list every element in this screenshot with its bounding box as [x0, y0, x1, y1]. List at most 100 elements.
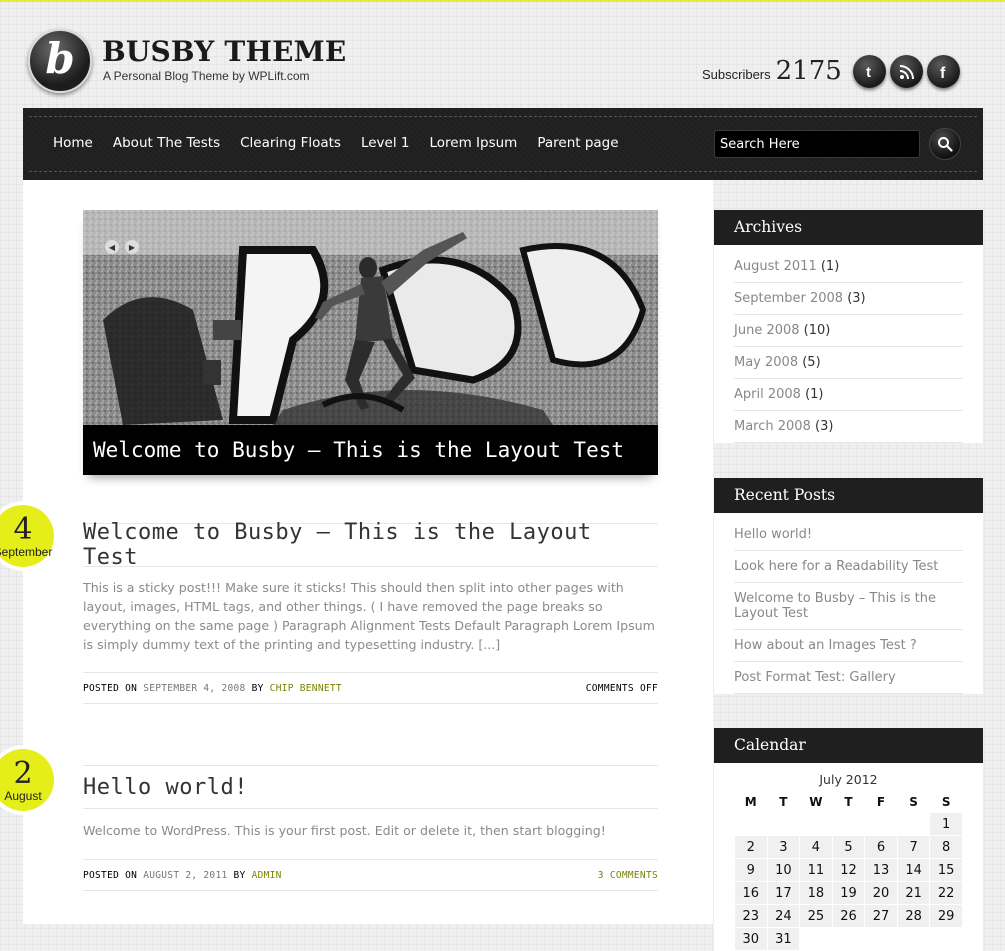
archive-link[interactable]: March 2008 — [734, 419, 811, 434]
post-date-badge: 4 September — [0, 505, 54, 567]
calendar-empty-cell — [768, 813, 800, 835]
subscribers-count: 2175 — [775, 56, 842, 86]
calendar-empty-cell — [833, 813, 865, 835]
post-title[interactable]: Welcome to Busby – This is the Layout Te… — [83, 520, 658, 570]
calendar-empty-cell — [833, 928, 865, 950]
featured-slider[interactable]: ◀ ▶ Welcome to Busby – This is the Layou… — [83, 210, 658, 475]
calendar-body: 1 2 3 4 5 6 7 8 9 10 11 12 13 14 15 16 17 18 19 20 21 22 23 24 2… — [735, 813, 962, 950]
post-excerpt: This is a sticky post!!! Make sure it st… — [83, 580, 655, 652]
nav-item-parent-page[interactable]: Parent page — [537, 135, 618, 151]
post-author-link[interactable]: CHIP BENNETT — [270, 683, 342, 694]
post-date-month: September — [0, 545, 53, 559]
rss-icon[interactable] — [890, 55, 923, 88]
calendar-week: 30 31 — [735, 928, 962, 950]
calendar-day: 10 — [767, 859, 800, 881]
calendar-day: 21 — [897, 882, 930, 904]
archive-item[interactable]: September 2008 (3) — [734, 283, 963, 315]
post-author-link[interactable]: ADMIN — [252, 870, 282, 881]
calendar-day: 24 — [767, 905, 800, 927]
archive-item[interactable]: March 2008 (3) — [734, 411, 963, 443]
nav-item-level-1[interactable]: Level 1 — [361, 135, 410, 151]
post-item: Hello world! Welcome to WordPress. This … — [83, 765, 658, 891]
nav-item-clearing-floats[interactable]: Clearing Floats — [240, 135, 341, 151]
recent-post-link[interactable]: Look here for a Readability Test — [734, 551, 963, 583]
archive-link[interactable]: April 2008 — [734, 387, 801, 402]
nav-item-about-the-tests[interactable]: About The Tests — [113, 135, 220, 151]
recent-post-link[interactable]: Post Format Test: Gallery — [734, 662, 963, 694]
recent-post-link[interactable]: How about an Images Test ? — [734, 630, 963, 662]
calendar-weekday: T — [844, 795, 853, 809]
post-meta-left: POSTED ON AUGUST 2, 2011 BY ADMIN — [83, 870, 282, 881]
calendar-weekday: S — [941, 795, 951, 809]
archive-link[interactable]: August 2011 — [734, 259, 817, 274]
nav-item-home[interactable]: Home — [53, 135, 93, 151]
calendar-day: 20 — [865, 882, 897, 904]
calendar-week: 2345678 — [735, 836, 962, 858]
calendar-day: 30 — [735, 928, 767, 950]
post-item: Welcome to Busby – This is the Layout Te… — [83, 520, 658, 704]
archive-item[interactable]: June 2008 (10) — [734, 315, 963, 347]
archive-link[interactable]: June 2008 — [734, 323, 800, 338]
post-title-wrap: Welcome to Busby – This is the Layout Te… — [83, 520, 658, 570]
slider-prev-button[interactable]: ◀ — [105, 240, 119, 254]
archive-link[interactable]: September 2008 — [734, 291, 843, 306]
site-logo[interactable]: b — [28, 29, 92, 93]
archive-count: (1) — [805, 387, 824, 402]
calendar-widget: Calendar July 2012 M T W T F S S 1234567… — [714, 728, 983, 951]
site-title[interactable]: BUSBY THEME — [102, 35, 346, 68]
calendar-day: 15 — [930, 859, 962, 881]
post-date-day: 2 — [13, 756, 33, 791]
calendar-day: 19 — [832, 882, 865, 904]
calendar-weekday: T — [779, 795, 788, 809]
slider-next-button[interactable]: ▶ — [125, 240, 139, 254]
calendar-day: 16 — [735, 882, 767, 904]
search-button[interactable] — [929, 128, 961, 160]
post-title[interactable]: Hello world! — [83, 775, 248, 800]
calendar-day: 6 — [865, 836, 897, 858]
calendar-empty-cell — [898, 928, 930, 950]
calendar-empty-cell — [735, 813, 767, 835]
logo-letter: b — [45, 34, 75, 83]
calendar-month: July 2012 — [819, 772, 878, 787]
facebook-icon[interactable]: f — [927, 55, 960, 88]
recent-post-link[interactable]: Welcome to Busby – This is the Layout Te… — [734, 583, 963, 630]
nav-divider — [29, 171, 977, 172]
nav-menu: Home About The Tests Clearing Floats Lev… — [53, 135, 639, 151]
calendar-day: 18 — [800, 882, 832, 904]
archives-widget: Archives August 2011 (1) September 2008 … — [714, 210, 983, 443]
nav-item-lorem-ipsum[interactable]: Lorem Ipsum — [429, 135, 517, 151]
posted-on-label: POSTED ON — [83, 869, 138, 881]
archive-link[interactable]: May 2008 — [734, 355, 798, 370]
calendar-day: 3 — [767, 836, 800, 858]
calendar-day: 23 — [735, 905, 767, 927]
calendar-day: 26 — [832, 905, 865, 927]
calendar-day: 25 — [800, 905, 832, 927]
calendar-day: 28 — [897, 905, 930, 927]
search-input[interactable] — [714, 130, 920, 158]
calendar-day: 12 — [832, 859, 865, 881]
calendar-weekday: W — [809, 795, 823, 809]
recent-post-link[interactable]: Hello world! — [734, 519, 963, 551]
calendar-day: 1 — [930, 813, 962, 835]
calendar-day: 2 — [735, 836, 767, 858]
archive-item[interactable]: April 2008 (1) — [734, 379, 963, 411]
post-excerpt: Welcome to WordPress. This is your first… — [83, 823, 606, 838]
archive-item[interactable]: August 2011 (1) — [734, 251, 963, 283]
site-tagline: A Personal Blog Theme by WPLift.com — [103, 69, 310, 83]
slider-caption[interactable]: Welcome to Busby – This is the Layout Te… — [83, 425, 658, 475]
calendar-day: 27 — [865, 905, 897, 927]
calendar-empty-cell — [865, 928, 897, 950]
post-date-day: 4 — [13, 512, 33, 547]
calendar-day: 8 — [930, 836, 962, 858]
calendar-day: 17 — [767, 882, 800, 904]
calendar-week: 1 — [735, 813, 962, 835]
calendar-day: 5 — [832, 836, 865, 858]
archive-count: (10) — [803, 323, 831, 338]
archive-item[interactable]: May 2008 (5) — [734, 347, 963, 379]
twitter-icon[interactable]: t — [853, 55, 886, 88]
post-comments-link[interactable]: 3 COMMENTS — [598, 870, 658, 881]
post-title-wrap: Hello world! — [83, 765, 658, 809]
archives-list: August 2011 (1) September 2008 (3) June … — [714, 245, 983, 443]
post-meta: POSTED ON AUGUST 2, 2011 BY ADMIN 3 COMM… — [83, 859, 658, 891]
calendar-weekday: S — [909, 795, 918, 809]
